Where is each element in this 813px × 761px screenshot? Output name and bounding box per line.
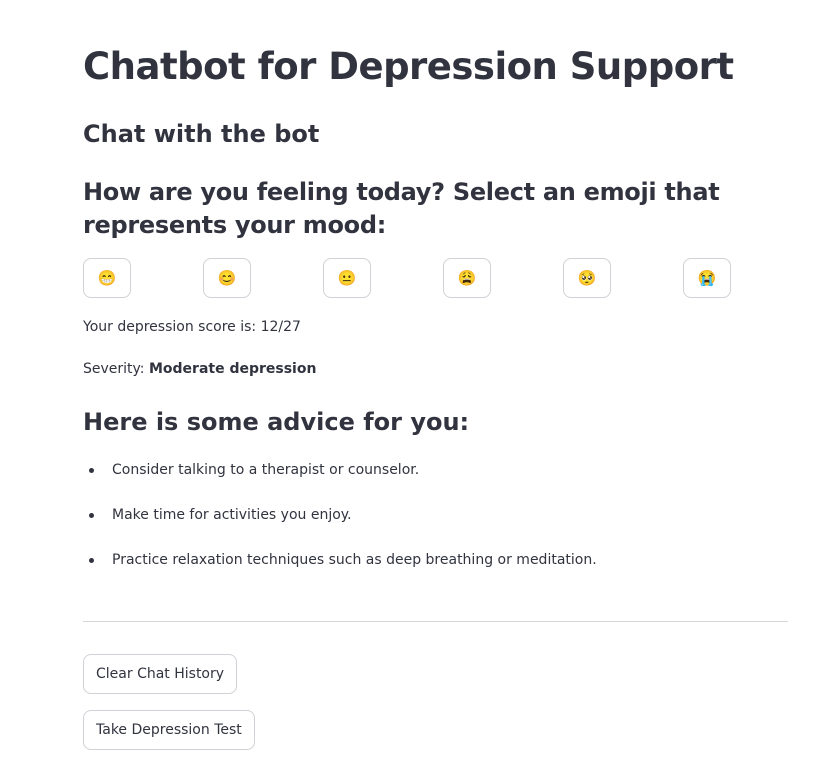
pleading-face-icon: 🥺 <box>577 269 597 287</box>
page-title: Chatbot for Depression Support <box>83 45 734 88</box>
advice-item-text: Practice relaxation techniques such as d… <box>112 552 597 568</box>
severity-value: Moderate depression <box>148 361 317 377</box>
bullet-icon <box>89 468 94 473</box>
advice-item: Practice relaxation techniques such as d… <box>83 550 788 595</box>
grinning-face-icon: 😁 <box>97 269 117 287</box>
advice-list: Consider talking to a therapist or couns… <box>83 460 788 595</box>
bullet-icon <box>89 513 94 518</box>
smiling-face-icon: 😊 <box>217 269 237 287</box>
mood-button-smiling[interactable]: 😊 <box>203 258 251 298</box>
advice-item: Consider talking to a therapist or couns… <box>83 460 788 505</box>
clear-chat-history-button[interactable]: Clear Chat History <box>83 654 238 694</box>
crying-face-icon: 😭 <box>697 269 717 287</box>
advice-item: Make time for activities you enjoy. <box>83 505 788 550</box>
chat-heading: Chat with the bot <box>83 120 320 148</box>
divider <box>83 621 788 622</box>
mood-button-weary[interactable]: 😩 <box>443 258 491 298</box>
mood-button-neutral[interactable]: 😐 <box>323 258 371 298</box>
take-depression-test-button[interactable]: Take Depression Test <box>83 710 255 750</box>
neutral-face-icon: 😐 <box>337 269 357 287</box>
mood-button-grinning[interactable]: 😁 <box>83 258 131 298</box>
mood-button-crying[interactable]: 😭 <box>683 258 731 298</box>
mood-prompt-heading: How are you feeling today? Select an emo… <box>83 178 720 239</box>
advice-item-text: Consider talking to a therapist or couns… <box>112 462 420 478</box>
weary-face-icon: 😩 <box>457 269 477 287</box>
bullet-icon <box>89 558 94 563</box>
advice-heading: Here is some advice for you: <box>83 408 470 436</box>
advice-item-text: Make time for activities you enjoy. <box>112 507 352 523</box>
severity-line: Severity: Moderate depression <box>83 359 316 379</box>
depression-score-text: Your depression score is: 12/27 <box>83 319 301 335</box>
emoji-button-row: 😁 😊 😐 😩 🥺 😭 <box>83 258 788 298</box>
severity-label: Severity: <box>83 361 149 377</box>
mood-button-pleading[interactable]: 🥺 <box>563 258 611 298</box>
